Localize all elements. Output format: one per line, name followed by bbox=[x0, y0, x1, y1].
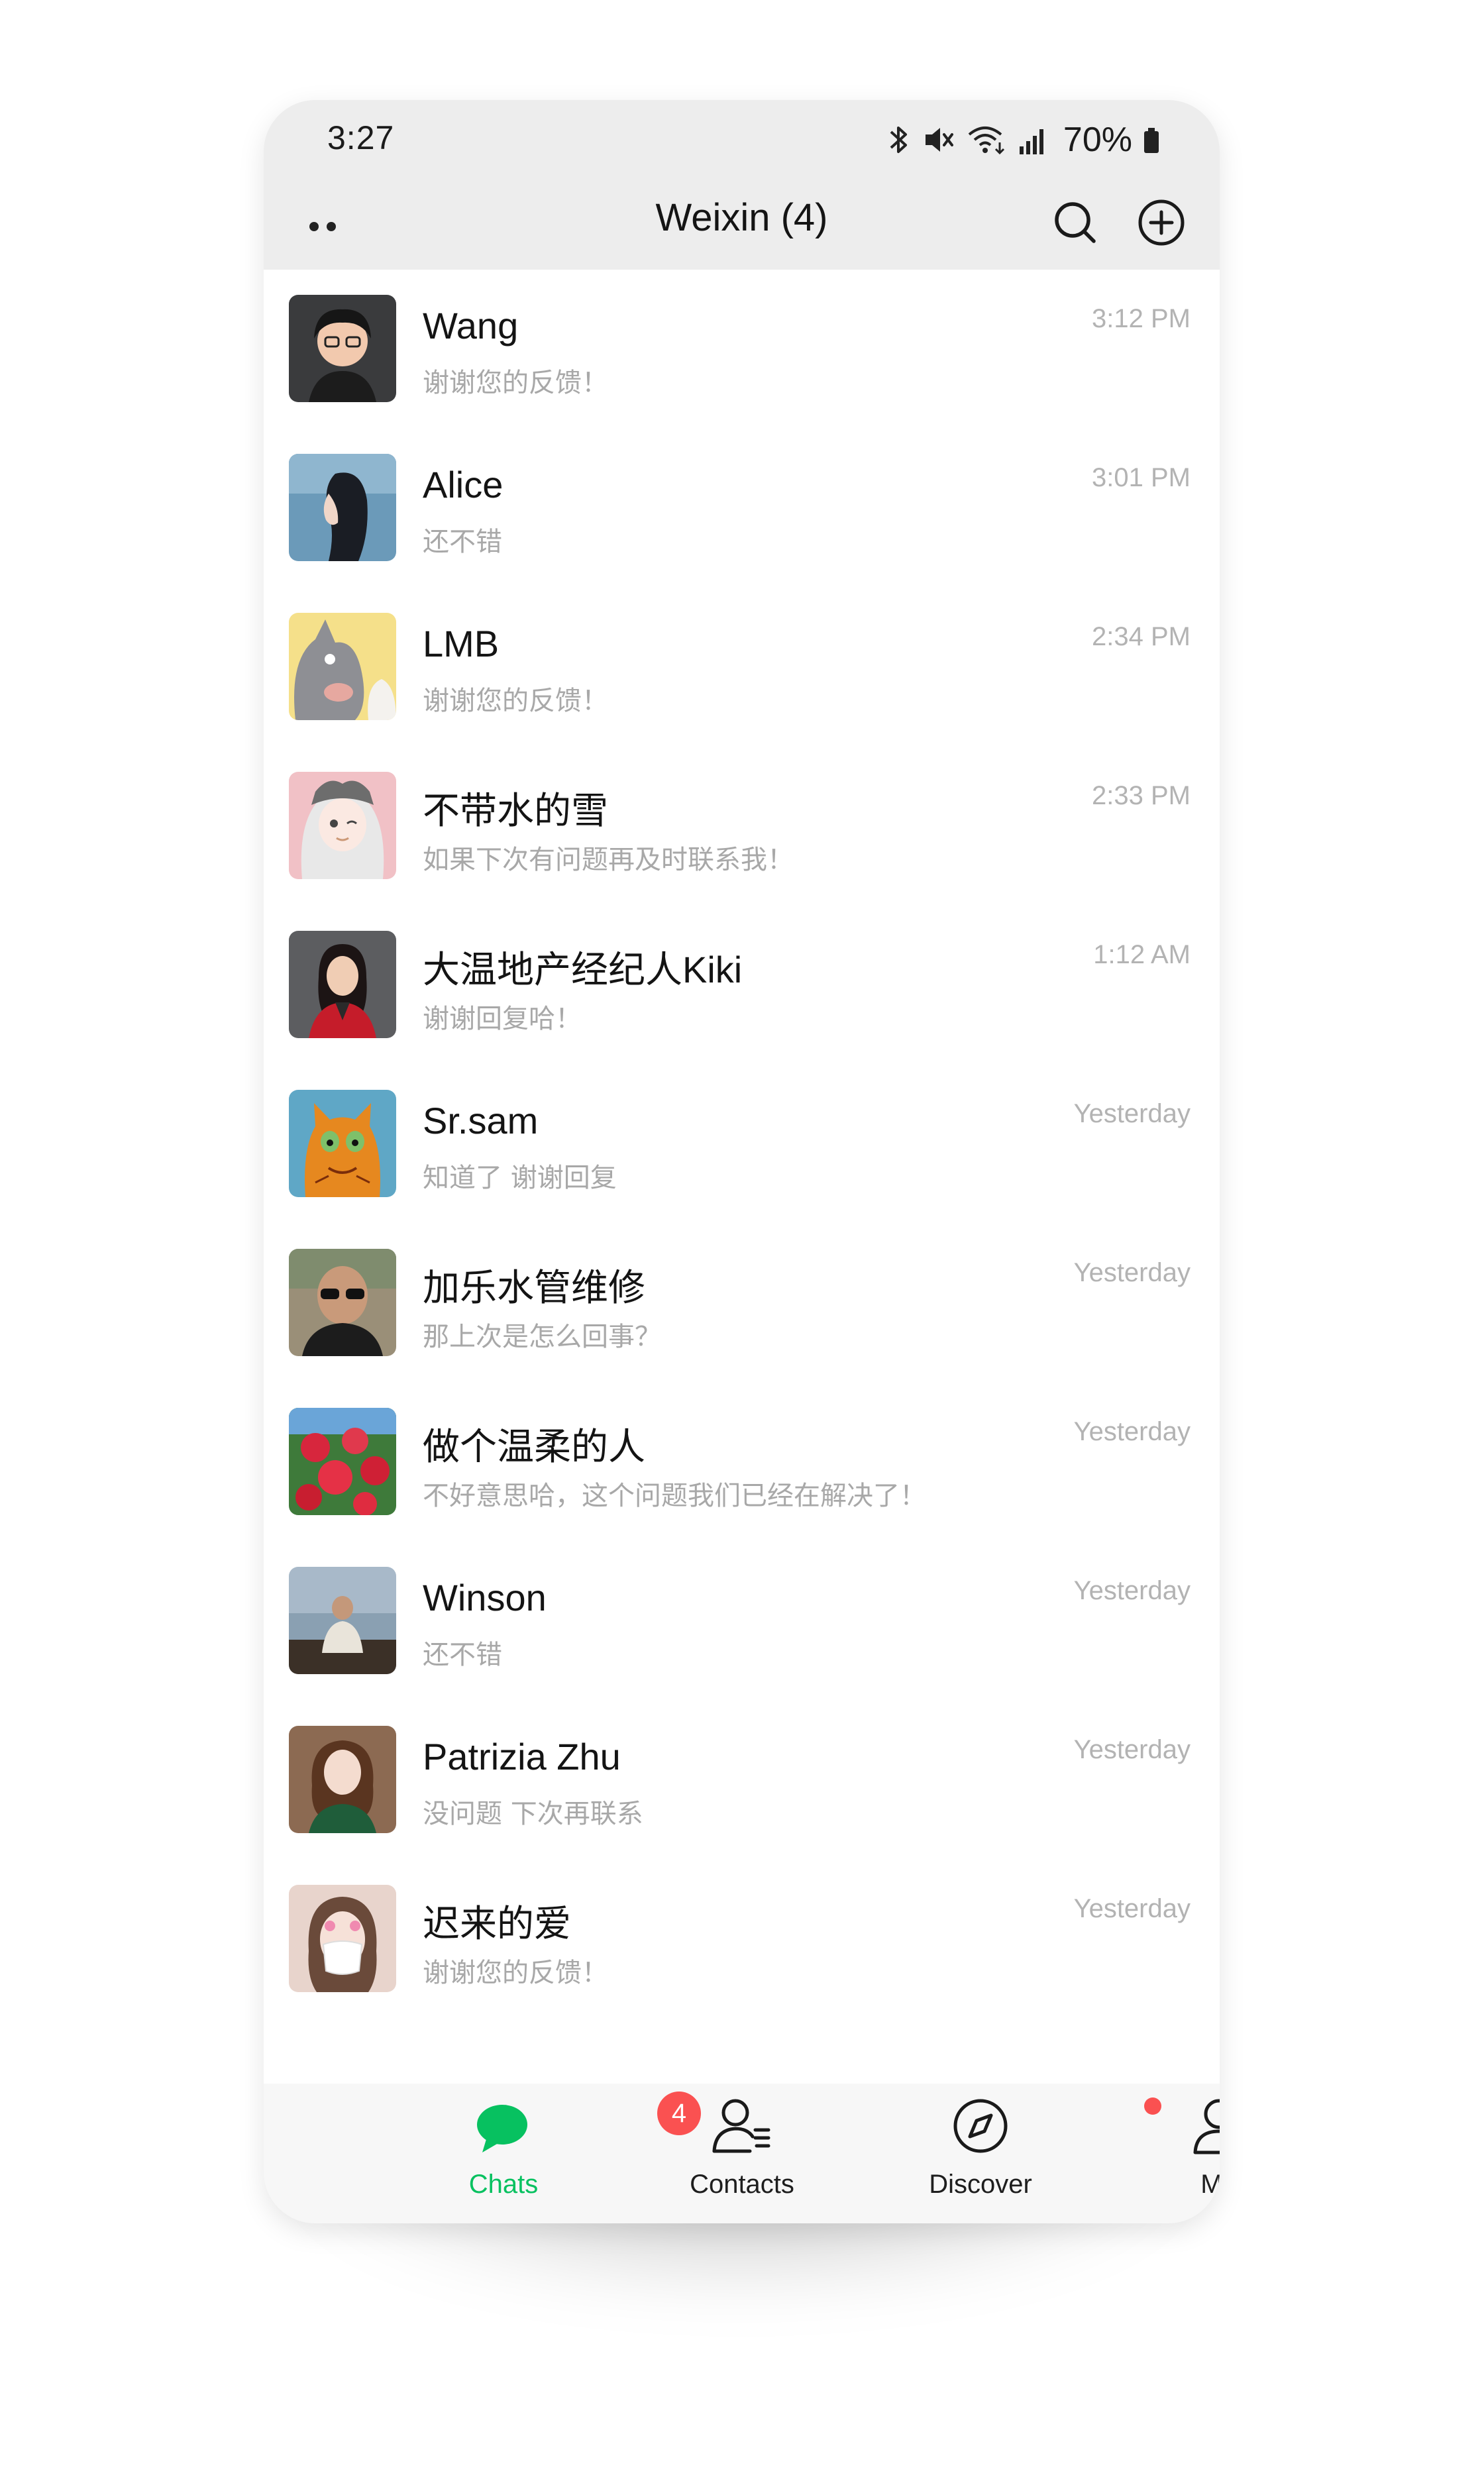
phone-screen: 3:27 70% Weixin (4) Wang 谢谢您的反馈！ 3:12 PM… bbox=[264, 100, 1220, 2223]
chat-name: 加乐水管维修 bbox=[423, 1267, 645, 1308]
discover-notification-dot bbox=[1144, 2097, 1161, 2115]
tab-label: Contacts bbox=[690, 2170, 794, 2199]
chat-item[interactable]: Sr.sam 知道了 谢谢回复 Yesterday bbox=[264, 1065, 1220, 1224]
add-circle-icon[interactable] bbox=[1135, 196, 1188, 249]
tab-me[interactable]: Me bbox=[1126, 2093, 1220, 2212]
chat-time: Yesterday bbox=[1073, 1258, 1191, 1287]
chat-name: Winson bbox=[423, 1577, 547, 1618]
chat-time: Yesterday bbox=[1073, 1894, 1191, 1923]
top-bar: 3:27 70% Weixin (4) bbox=[264, 100, 1220, 270]
tab-label: Chats bbox=[468, 2170, 539, 2199]
chat-time: 2:33 PM bbox=[1092, 781, 1191, 810]
chat-list: Wang 谢谢您的反馈！ 3:12 PM Alice 还不错 3:01 PM L… bbox=[264, 270, 1220, 2084]
chat-time: Yesterday bbox=[1073, 1099, 1191, 1128]
chat-preview: 谢谢您的反馈！ bbox=[423, 686, 608, 716]
chat-preview: 谢谢您的反馈！ bbox=[423, 1958, 608, 1988]
chat-preview: 没问题 下次再联系 bbox=[423, 1799, 643, 1829]
contacts-icon bbox=[712, 2099, 770, 2153]
chat-item[interactable]: Wang 谢谢您的反馈！ 3:12 PM bbox=[264, 270, 1220, 429]
chat-name: LMB bbox=[423, 623, 500, 664]
chat-item[interactable]: 加乐水管维修 那上次是怎么回事？ Yesterday bbox=[264, 1224, 1220, 1383]
chat-preview: 还不错 bbox=[423, 1640, 502, 1670]
tab-label: Me bbox=[1200, 2170, 1220, 2199]
chat-item[interactable]: 做个温柔的人 不好意思哈，这个问题我们已经在解决了！ Yesterday bbox=[264, 1383, 1220, 1542]
avatar-cartoon-cat bbox=[289, 613, 396, 720]
compass-icon bbox=[953, 2099, 1008, 2153]
avatar-woman-red bbox=[289, 931, 396, 1038]
chat-time: Yesterday bbox=[1073, 1735, 1191, 1764]
chat-name: 做个温柔的人 bbox=[423, 1426, 645, 1467]
chat-preview: 那上次是怎么回事？ bbox=[423, 1322, 661, 1352]
chat-item[interactable]: 大温地产经纪人Kiki 谢谢回复哈！ 1:12 AM bbox=[264, 906, 1220, 1065]
avatar-woman-mask bbox=[289, 1885, 396, 1992]
battery-level: 70% bbox=[1063, 121, 1132, 159]
chat-name: 迟来的爱 bbox=[423, 1903, 571, 1944]
chat-item[interactable]: Patrizia Zhu 没问题 下次再联系 Yesterday bbox=[264, 1701, 1220, 1860]
mute-icon bbox=[925, 128, 953, 152]
avatar-roses bbox=[289, 1408, 396, 1515]
chat-item[interactable]: 迟来的爱 谢谢您的反馈！ Yesterday bbox=[264, 1860, 1220, 2019]
chat-item[interactable]: Winson 还不错 Yesterday bbox=[264, 1542, 1220, 1701]
chat-name: 大温地产经纪人Kiki bbox=[423, 949, 743, 990]
chat-bubble-icon bbox=[477, 2105, 527, 2152]
chat-name: Alice bbox=[423, 464, 504, 505]
chat-time: 3:12 PM bbox=[1092, 304, 1191, 333]
avatar-anime-girl bbox=[289, 772, 396, 879]
avatar-man-lake bbox=[289, 1567, 396, 1674]
chat-name: Patrizia Zhu bbox=[423, 1736, 621, 1777]
status-icons: 70% bbox=[887, 120, 1160, 160]
chat-time: 3:01 PM bbox=[1092, 463, 1191, 492]
tab-discover[interactable]: Discover bbox=[888, 2093, 1073, 2212]
chat-time: Yesterday bbox=[1073, 1417, 1191, 1446]
chat-time: 1:12 AM bbox=[1093, 940, 1191, 969]
chat-preview: 如果下次有问题再及时联系我！ bbox=[423, 845, 794, 875]
chat-preview: 谢谢您的反馈！ bbox=[423, 368, 608, 398]
chat-time: 2:34 PM bbox=[1092, 622, 1191, 651]
chat-name: Sr.sam bbox=[423, 1100, 539, 1141]
chat-preview: 不好意思哈，这个问题我们已经在解决了！ bbox=[423, 1481, 926, 1511]
tab-chats[interactable]: Chats bbox=[411, 2093, 596, 2212]
battery-icon bbox=[1144, 128, 1159, 153]
signal-icon bbox=[1019, 129, 1043, 154]
chat-name: Wang bbox=[423, 305, 519, 346]
chat-preview: 还不错 bbox=[423, 527, 502, 557]
avatar-woman-profile bbox=[289, 454, 396, 561]
chat-item[interactable]: LMB 谢谢您的反馈！ 2:34 PM bbox=[264, 588, 1220, 747]
person-icon bbox=[1193, 2099, 1220, 2154]
unread-badge: 4 bbox=[657, 2092, 701, 2135]
chat-time: Yesterday bbox=[1073, 1576, 1191, 1605]
avatar-cartoon-woman bbox=[289, 295, 396, 402]
bottom-tab-bar: Chats Contacts Discover Me bbox=[264, 2084, 1220, 2223]
bluetooth-icon bbox=[890, 127, 907, 153]
chat-name: 不带水的雪 bbox=[423, 790, 608, 831]
avatar-man-glasses bbox=[289, 1249, 396, 1356]
chat-item[interactable]: Alice 还不错 3:01 PM bbox=[264, 429, 1220, 588]
chat-preview: 知道了 谢谢回复 bbox=[423, 1163, 617, 1193]
status-time: 3:27 bbox=[327, 119, 395, 156]
avatar-painted-cat bbox=[289, 1090, 396, 1197]
search-icon[interactable] bbox=[1049, 196, 1102, 249]
wifi-icon bbox=[968, 127, 1004, 155]
avatar-woman-portrait bbox=[289, 1726, 396, 1833]
tab-label: Discover bbox=[929, 2170, 1032, 2199]
chat-item[interactable]: 不带水的雪 如果下次有问题再及时联系我！ 2:33 PM bbox=[264, 747, 1220, 906]
chat-preview: 谢谢回复哈！ bbox=[423, 1004, 582, 1034]
